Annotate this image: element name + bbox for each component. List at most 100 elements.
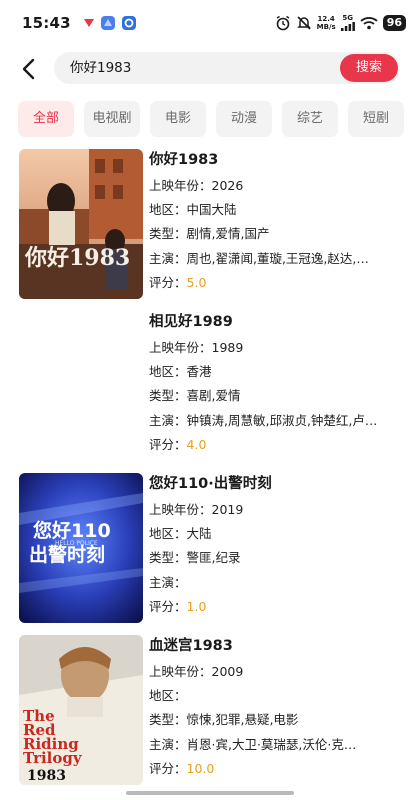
rating-value: 1.0 <box>186 598 207 614</box>
region-value: 香港 <box>186 364 212 380</box>
poster-image: 你好1983 <box>19 149 143 299</box>
genre-label: 类型： <box>149 226 187 242</box>
rating-value: 4.0 <box>186 436 207 452</box>
genre-label: 类型： <box>149 388 187 404</box>
result-cast: 主演：周也,翟潇闻,董璇,王冠逸,赵达,… <box>149 247 405 271</box>
poster-title-line2: 出警时刻 <box>29 543 105 566</box>
result-year: 上映年份：1989 <box>149 336 405 360</box>
result-title: 相见好1989 <box>149 314 233 330</box>
result-cast: 主演： <box>149 571 405 595</box>
result-info: 血迷宫1983 上映年份：2009 地区： 类型：惊悚,犯罪,悬疑,电影 主演：… <box>149 632 405 781</box>
genre-label: 类型： <box>149 712 187 728</box>
rating-label: 评分： <box>149 274 187 290</box>
tab-anime[interactable]: 动漫 <box>216 101 272 137</box>
gear-app-icon <box>121 16 136 30</box>
result-genre: 类型：剧情,爱情,国产 <box>149 222 405 246</box>
arrow-down-icon <box>83 19 94 27</box>
genre-label: 类型： <box>149 550 187 566</box>
poster-image: 您好110 HELLO POLICE 出警时刻 <box>19 473 143 623</box>
year-label: 上映年份： <box>149 340 212 355</box>
rating-value: 5.0 <box>186 274 207 290</box>
tab-variety[interactable]: 综艺 <box>282 101 338 137</box>
cast-value: 钟镇涛,周慧敏,邱淑贞,钟楚红,卢… <box>186 412 378 428</box>
result-region: 地区：香港 <box>149 360 405 384</box>
battery-indicator: 96 <box>382 15 406 31</box>
result-rating: 评分：10.0 <box>149 757 405 781</box>
tab-tv-series[interactable]: 电视剧 <box>84 101 140 137</box>
net-speed-unit: MB/s <box>316 23 336 31</box>
status-bar: 15:43 12.4 MB/s 5G 96 <box>0 0 420 46</box>
result-title: 血迷宫1983 <box>149 638 233 654</box>
cast-value: 肖恩·宾,大卫·莫瑞瑟,沃伦·克… <box>186 736 357 752</box>
tab-short-drama[interactable]: 短剧 <box>348 101 404 137</box>
result-region: 地区：大陆 <box>149 522 405 546</box>
poster-image: The Red Riding Trilogy 1983 <box>19 635 143 785</box>
result-rating: 评分：1.0 <box>149 595 405 619</box>
result-region: 地区：中国大陆 <box>149 198 405 222</box>
result-year: 上映年份：2009 <box>149 660 405 684</box>
search-box: 搜索 <box>54 52 400 84</box>
year-value: 2019 <box>211 502 244 517</box>
region-label: 地区： <box>149 688 187 704</box>
result-item[interactable]: The Red Riding Trilogy 1983 血迷宫1983 上映年份… <box>0 632 420 787</box>
result-rating: 评分：4.0 <box>149 433 405 457</box>
status-notification-icons <box>83 15 137 31</box>
search-input[interactable] <box>70 52 320 84</box>
result-genre: 类型：惊悚,犯罪,悬疑,电影 <box>149 708 405 732</box>
result-info: 您好110·出警时刻 上映年份：2019 地区：大陆 类型：警匪,纪录 主演： … <box>149 470 405 619</box>
cellular-signal-indicator: 5G <box>340 14 355 31</box>
result-item[interactable]: 您好110 HELLO POLICE 出警时刻 您好110·出警时刻 上映年份：… <box>0 470 420 625</box>
result-title: 你好1983 <box>149 152 219 168</box>
result-item[interactable]: 你好1983 你好1983 上映年份：2026 地区：中国大陆 类型：剧情,爱情… <box>0 146 420 301</box>
cast-label: 主演： <box>149 250 187 266</box>
result-rating: 评分：5.0 <box>149 271 405 295</box>
year-value: 2009 <box>211 664 244 679</box>
result-title: 您好110·出警时刻 <box>149 476 272 492</box>
signal-bars-icon <box>340 22 355 31</box>
result-info: 你好1983 上映年份：2026 地区：中国大陆 类型：剧情,爱情,国产 主演：… <box>149 146 405 295</box>
result-region: 地区： <box>149 684 405 708</box>
category-tabs: 全部 电视剧 电影 动漫 综艺 短剧 <box>18 101 420 137</box>
result-year: 上映年份：2026 <box>149 174 405 198</box>
result-info: 相见好1989 上映年份：1989 地区：香港 类型：喜剧,爱情 主演：钟镇涛,… <box>149 308 405 457</box>
region-label: 地区： <box>149 364 187 380</box>
region-label: 地区： <box>149 202 187 218</box>
rating-label: 评分： <box>149 598 187 614</box>
poster-title-line4: Trilogy <box>23 749 83 767</box>
genre-value: 喜剧,爱情 <box>186 388 241 404</box>
home-indicator[interactable] <box>126 791 294 795</box>
chevron-left-icon <box>22 58 35 80</box>
net-speed-indicator: 12.4 MB/s <box>317 15 336 31</box>
result-item[interactable]: 相见好1989 上映年份：1989 地区：香港 类型：喜剧,爱情 主演：钟镇涛,… <box>0 308 420 463</box>
mute-bell-icon <box>296 16 311 30</box>
search-button[interactable]: 搜索 <box>340 54 398 82</box>
year-label: 上映年份： <box>149 502 212 517</box>
year-value: 2026 <box>211 178 244 193</box>
tab-all[interactable]: 全部 <box>18 101 74 137</box>
result-genre: 类型：警匪,纪录 <box>149 546 405 570</box>
tab-movie[interactable]: 电影 <box>150 101 206 137</box>
result-cast: 主演：钟镇涛,周慧敏,邱淑贞,钟楚红,卢… <box>149 409 405 433</box>
net-speed-value: 12.4 <box>317 15 335 23</box>
genre-value: 惊悚,犯罪,悬疑,电影 <box>186 712 299 728</box>
result-genre: 类型：喜剧,爱情 <box>149 384 405 408</box>
year-label: 上映年份： <box>149 664 212 679</box>
region-label: 地区： <box>149 526 187 542</box>
cast-label: 主演： <box>149 412 187 428</box>
rating-label: 评分： <box>149 760 187 776</box>
back-button[interactable] <box>16 56 42 82</box>
poster-year: 1983 <box>27 768 66 784</box>
status-time: 15:43 <box>22 14 71 32</box>
genre-value: 剧情,爱情,国产 <box>186 226 270 242</box>
wifi-icon <box>360 17 378 30</box>
region-value: 中国大陆 <box>186 202 237 218</box>
status-right-icons: 12.4 MB/s 5G 96 <box>275 15 406 31</box>
poster-title-line1: 您好110 <box>33 519 111 542</box>
rating-label: 评分： <box>149 436 187 452</box>
region-value: 大陆 <box>186 526 212 542</box>
year-label: 上映年份： <box>149 178 212 193</box>
cast-label: 主演： <box>149 736 187 752</box>
cast-value: 周也,翟潇闻,董璇,王冠逸,赵达,… <box>186 250 369 266</box>
signal-label: 5G <box>342 14 353 22</box>
genre-value: 警匪,纪录 <box>186 550 241 566</box>
